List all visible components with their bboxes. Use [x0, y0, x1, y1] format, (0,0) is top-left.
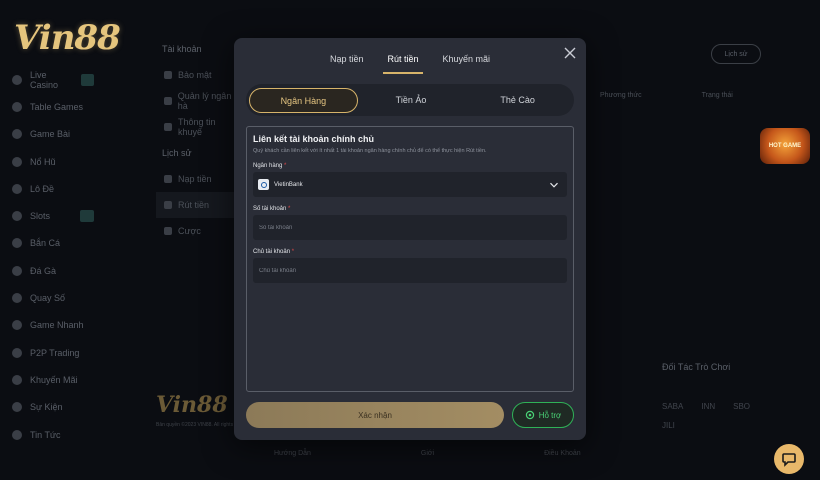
- required-mark: *: [284, 163, 287, 169]
- footer-links: Hướng Dẫn Giới Điều Khoản: [274, 450, 581, 457]
- badge: [81, 73, 94, 86]
- live-chat-button[interactable]: [774, 444, 804, 474]
- bet-icon: [164, 227, 172, 235]
- support-button[interactable]: Hỗ trợ: [512, 402, 574, 428]
- footer-logo: Vin88: [156, 392, 228, 418]
- bank-link-form: Liên kết tài khoản chính chủ Quý khách c…: [246, 126, 574, 392]
- column-header: Phương thức: [600, 92, 642, 99]
- account-heading: Tài khoản: [162, 44, 202, 54]
- tab-withdraw[interactable]: Rút tiền: [383, 54, 423, 74]
- partner-logos: SABA INN SBO JILI: [662, 402, 772, 430]
- required-mark: *: [291, 249, 295, 255]
- account-item-bank[interactable]: Quản lý ngân hà: [156, 88, 242, 114]
- account-panel: Tài khoản Bảo mật Quản lý ngân hà Thông …: [156, 36, 242, 296]
- form-title: Liên kết tài khoản chính chủ: [253, 134, 375, 144]
- sidebar-item-khuyen-mai[interactable]: Khuyến Mãi: [0, 366, 150, 393]
- slot-machine-icon: [12, 211, 22, 222]
- partner-logo[interactable]: INN: [701, 402, 715, 411]
- partner-logo[interactable]: SABA: [662, 402, 683, 411]
- news-icon: [12, 429, 22, 440]
- account-item-security[interactable]: Bảo mật: [156, 62, 242, 88]
- rooster-icon: [12, 265, 22, 276]
- badge: [80, 210, 94, 223]
- history-item-bet[interactable]: Cược: [156, 218, 242, 244]
- controller-icon: [12, 320, 22, 331]
- transaction-modal: Nạp tiền Rút tiền Khuyến mãi Ngân Hàng T…: [234, 38, 586, 440]
- column-header: Trạng thái: [701, 92, 733, 99]
- trophy-icon: [12, 402, 22, 413]
- footer-link[interactable]: Hướng Dẫn: [274, 450, 311, 457]
- sidebar-item-slots[interactable]: Slots: [0, 202, 150, 229]
- tab-promotion[interactable]: Khuyến mãi: [443, 54, 491, 70]
- footer-link[interactable]: Giới: [421, 450, 434, 457]
- sidebar-item-game-nhanh[interactable]: Game Nhanh: [0, 312, 150, 339]
- account-number-input[interactable]: [253, 215, 567, 240]
- info-icon: [164, 123, 172, 131]
- history-heading: Lịch sử: [162, 148, 192, 158]
- account-holder-label: Chủ tài khoản *: [253, 249, 295, 255]
- footer-link[interactable]: Điều Khoản: [544, 450, 581, 457]
- partner-logo[interactable]: JILI: [662, 421, 675, 430]
- promo-float-banner[interactable]: HOT GAME: [760, 128, 810, 164]
- support-icon: [525, 410, 534, 420]
- account-holder-input[interactable]: [253, 258, 567, 283]
- required-mark: *: [288, 206, 291, 212]
- sidebar-item-lo-de[interactable]: Lô Đề: [0, 175, 150, 202]
- exchange-icon: [12, 347, 22, 358]
- history-item-withdraw[interactable]: Rút tiền: [156, 192, 242, 218]
- site-logo[interactable]: Vin88: [14, 18, 121, 58]
- withdraw-method-tabs: Ngân Hàng Tiền Ảo Thẻ Cào: [246, 84, 574, 116]
- bank-label: Ngân hàng *: [253, 163, 287, 169]
- lottery-ball-icon: [12, 183, 22, 194]
- history-button[interactable]: Lịch sử: [711, 44, 761, 64]
- confirm-button[interactable]: Xác nhận: [246, 402, 504, 428]
- cards-icon: [12, 129, 22, 140]
- history-item-deposit[interactable]: Nạp tiền: [156, 166, 242, 192]
- sidebar-item-table-games[interactable]: Table Games: [0, 93, 150, 120]
- vietinbank-logo-icon: [258, 179, 269, 190]
- fish-icon: [12, 238, 22, 249]
- tab-crypto[interactable]: Tiền Ảo: [358, 88, 465, 113]
- sidebar-item-su-kien[interactable]: Sự Kiện: [0, 394, 150, 421]
- bank-select-value: VietinBank: [274, 181, 303, 188]
- withdraw-icon: [164, 201, 172, 209]
- tab-bank[interactable]: Ngân Hàng: [249, 87, 358, 113]
- shield-icon: [164, 71, 172, 79]
- form-description: Quý khách cần liên kết với ít nhất 1 tài…: [253, 148, 487, 154]
- partners-title: Đối Tác Trò Chơi: [662, 362, 731, 372]
- sidebar: Live Casino Table Games Game Bài Nổ Hũ L…: [0, 66, 150, 448]
- partner-logo[interactable]: SBO: [733, 402, 750, 411]
- sidebar-item-p2p-trading[interactable]: P2P Trading: [0, 339, 150, 366]
- sidebar-item-da-ga[interactable]: Đá Gà: [0, 257, 150, 284]
- chat-bubble-icon: [782, 453, 796, 467]
- sidebar-item-quay-so[interactable]: Quay Số: [0, 284, 150, 311]
- sidebar-item-no-hu[interactable]: Nổ Hũ: [0, 148, 150, 175]
- modal-actions: Xác nhận Hỗ trợ: [246, 402, 574, 428]
- deposit-icon: [164, 175, 172, 183]
- sidebar-item-tin-tuc[interactable]: Tin Tức: [0, 421, 150, 448]
- account-item-info[interactable]: Thông tin khuyế: [156, 114, 242, 140]
- bank-select[interactable]: VietinBank: [253, 172, 567, 197]
- account-number-label: Số tài khoản *: [253, 206, 291, 212]
- modal-tabs: Nạp tiền Rút tiền Khuyến mãi: [234, 54, 586, 74]
- dice-icon: [12, 293, 22, 304]
- history-table-header: Phương thức Trạng thái: [600, 92, 733, 99]
- support-button-label: Hỗ trợ: [538, 410, 562, 420]
- chevron-down-icon: [550, 182, 558, 188]
- sidebar-item-game-bai[interactable]: Game Bài: [0, 121, 150, 148]
- bank-icon: [164, 97, 172, 105]
- tab-card[interactable]: Thẻ Cào: [464, 88, 571, 113]
- jar-icon: [12, 156, 22, 167]
- sidebar-item-live-casino[interactable]: Live Casino: [0, 66, 150, 93]
- tab-deposit[interactable]: Nạp tiền: [330, 54, 364, 70]
- crossed-cards-icon: [12, 101, 22, 112]
- sidebar-item-ban-ca[interactable]: Bắn Cá: [0, 230, 150, 257]
- gift-icon: [12, 374, 22, 385]
- casino-chip-icon: [12, 74, 22, 85]
